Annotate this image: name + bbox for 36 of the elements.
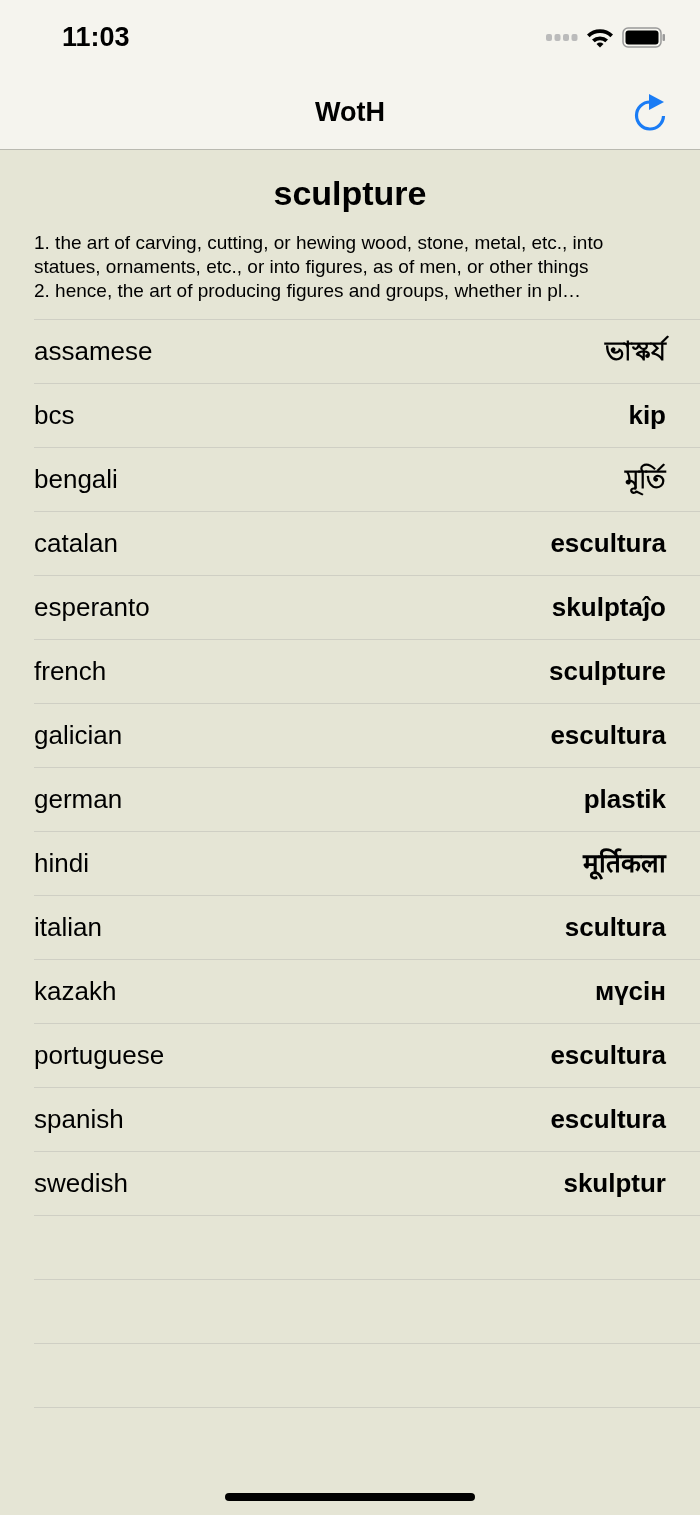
language-name: spanish xyxy=(34,1103,124,1136)
language-name: assamese xyxy=(34,335,153,368)
wifi-icon xyxy=(586,27,614,48)
language-name: catalan xyxy=(34,527,118,560)
translation-text: мүсін xyxy=(594,975,666,1008)
signal-icon xyxy=(546,33,578,42)
language-name: bcs xyxy=(34,399,75,432)
definition-text: 1. the art of carving, cutting, or hewing wood, stone, metal, etc., into statues, ornaments, etc., or into figures, as of men, or other things 2. hence, the art of producing figures and groups, whether in pl… xyxy=(33,231,605,303)
translation-text: kip xyxy=(628,399,666,432)
language-name: galician xyxy=(34,719,123,752)
language-name: bengali xyxy=(34,463,118,496)
language-name: italian xyxy=(34,911,102,944)
translation-text: escultura xyxy=(550,1039,666,1072)
status-time: 11:03 xyxy=(62,21,130,55)
translation-text: plastik xyxy=(583,783,666,816)
translation-text: মূর্তি xyxy=(625,462,666,498)
translation-text: sculpture xyxy=(548,655,666,688)
battery-icon xyxy=(622,27,666,48)
refresh-button[interactable] xyxy=(632,92,668,132)
translation-text: escultura xyxy=(550,719,666,752)
translation-text: skulptaĵo xyxy=(551,591,666,624)
nav-title: WotH xyxy=(315,96,385,130)
language-name: swedish xyxy=(34,1167,128,1200)
translation-text: मूर्तिकला xyxy=(583,847,666,882)
language-name: esperanto xyxy=(34,591,150,624)
refresh-icon xyxy=(632,92,668,132)
translation-text: escultura xyxy=(550,1103,666,1136)
translation-text: escultura xyxy=(550,527,666,560)
language-name: portuguese xyxy=(34,1039,165,1072)
language-name: hindi xyxy=(34,847,89,880)
translation-text: skulptur xyxy=(563,1167,666,1200)
language-name: french xyxy=(34,655,107,688)
word-title: sculpture xyxy=(272,173,428,214)
language-name: german xyxy=(34,783,123,816)
translation-text: scultura xyxy=(564,911,666,944)
language-name: kazakh xyxy=(34,975,117,1008)
